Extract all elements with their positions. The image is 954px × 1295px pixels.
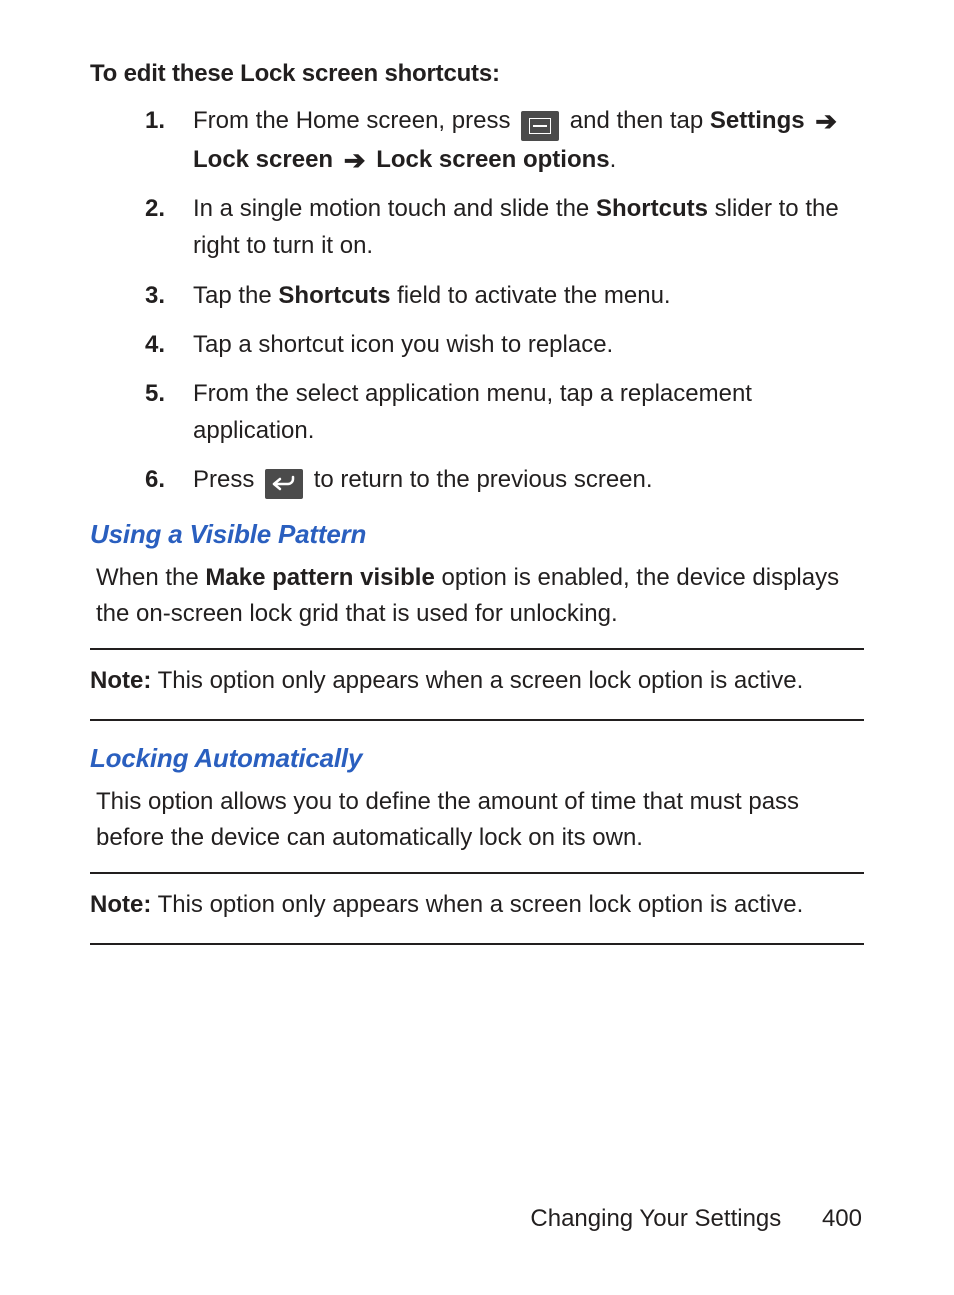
locking-auto-note: Note: This option only appears when a sc…: [90, 872, 864, 945]
document-page: To edit these Lock screen shortcuts: Fro…: [0, 0, 954, 1295]
vp-note-label: Note:: [90, 667, 151, 694]
step-1: From the Home screen, press and then tap…: [145, 102, 864, 178]
step-3-text-b: field to activate the menu.: [390, 282, 670, 309]
footer-chapter: Changing Your Settings: [530, 1205, 781, 1232]
step-4: Tap a shortcut icon you wish to replace.: [145, 326, 864, 363]
locking-auto-body: This option allows you to define the amo…: [90, 784, 864, 856]
step-1-text-a: From the Home screen, press: [193, 107, 517, 134]
step-2-text-a: In a single motion touch and slide the: [193, 195, 596, 222]
visible-pattern-heading: Using a Visible Pattern: [90, 519, 864, 550]
page-footer: Changing Your Settings 400: [530, 1205, 862, 1233]
arrow-icon: ➔: [344, 147, 366, 173]
visible-pattern-body: When the Make pattern visible option is …: [90, 560, 864, 632]
step-2-shortcuts: Shortcuts: [596, 195, 708, 222]
la-note-text: This option only appears when a screen l…: [151, 891, 803, 918]
la-note-label: Note:: [90, 891, 151, 918]
menu-icon: [521, 111, 559, 141]
step-list: From the Home screen, press and then tap…: [90, 102, 864, 499]
step-1-text-b: and then tap: [570, 107, 710, 134]
vp-note-text: This option only appears when a screen l…: [151, 667, 803, 694]
intro-heading: To edit these Lock screen shortcuts:: [90, 60, 864, 88]
vp-body-bold: Make pattern visible: [205, 564, 434, 591]
step-1-lockscreen-options: Lock screen options: [376, 146, 609, 173]
arrow-icon: ➔: [815, 108, 837, 134]
footer-page-number: 400: [822, 1205, 862, 1232]
step-6: Press to return to the previous screen.: [145, 461, 864, 499]
visible-pattern-note: Note: This option only appears when a sc…: [90, 648, 864, 721]
vp-body-a: When the: [96, 564, 205, 591]
step-5: From the select application menu, tap a …: [145, 375, 864, 449]
step-2: In a single motion touch and slide the S…: [145, 190, 864, 264]
step-1-lockscreen: Lock screen: [193, 146, 333, 173]
step-4-text: Tap a shortcut icon you wish to replace.: [193, 331, 613, 358]
back-icon: [265, 469, 303, 499]
step-6-text-a: Press: [193, 466, 261, 493]
step-6-text-b: to return to the previous screen.: [314, 466, 653, 493]
locking-auto-heading: Locking Automatically: [90, 743, 864, 774]
step-3: Tap the Shortcuts field to activate the …: [145, 277, 864, 314]
step-3-shortcuts: Shortcuts: [278, 282, 390, 309]
step-5-text: From the select application menu, tap a …: [193, 380, 752, 444]
step-3-text-a: Tap the: [193, 282, 278, 309]
step-1-settings: Settings: [710, 107, 805, 134]
step-1-period: .: [610, 146, 617, 173]
